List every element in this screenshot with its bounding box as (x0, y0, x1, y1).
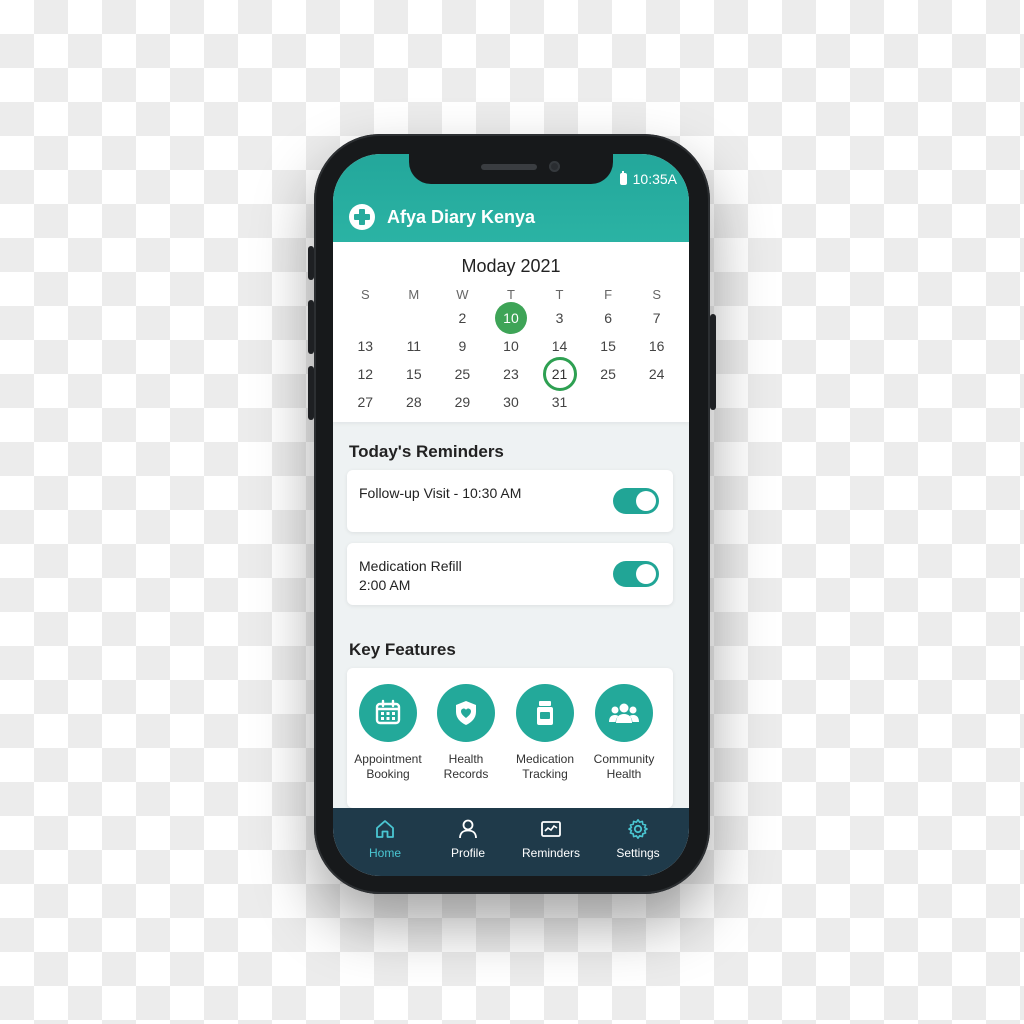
side-button (308, 246, 314, 280)
feature-label: Appointment Booking (354, 752, 422, 781)
calendar-day[interactable]: 11 (390, 332, 439, 360)
calendar: Moday 2021 S M W T T F S 2 10 3 6 7 13 1… (333, 242, 689, 422)
calendar-day[interactable]: 10 (487, 332, 536, 360)
weekday-row: S M W T T F S (341, 284, 681, 304)
calendar-day[interactable]: 25 (584, 360, 633, 388)
weekday-label: S (652, 286, 661, 302)
calendar-day[interactable]: 16 (632, 332, 681, 360)
calendar-day[interactable]: 24 (632, 360, 681, 388)
volume-up-button (308, 300, 314, 354)
weekday-label: T (506, 286, 515, 302)
calendar-day[interactable]: 31 (535, 388, 584, 416)
notch (409, 154, 613, 184)
feature-label: Medication Tracking (515, 752, 575, 781)
calendar-day-today[interactable]: 10 (487, 302, 536, 334)
nav-settings[interactable]: Settings (598, 816, 678, 860)
status-time: 10:35A (632, 171, 677, 187)
home-icon (345, 816, 425, 842)
calendar-grid: S M W T T F S 2 10 3 6 7 13 11 9 10 14 1… (341, 284, 681, 416)
calendar-day[interactable]: 30 (487, 388, 536, 416)
reminder-icon (511, 816, 591, 842)
feature-appointment-booking[interactable]: Appointment Booking (348, 684, 428, 782)
medical-cross-icon (349, 204, 375, 230)
gear-icon (598, 816, 678, 842)
calendar-day[interactable]: 27 (341, 388, 390, 416)
reminder-card[interactable]: Medication Refill 2:00 AM (347, 543, 673, 605)
weekday-label: S (360, 286, 370, 302)
app-title: Afya Diary Kenya (387, 206, 536, 227)
calendar-day (341, 304, 390, 332)
power-button (710, 314, 716, 410)
features-card: Appointment Booking Health Records Medic… (347, 668, 673, 808)
calendar-day-selected[interactable]: 21 (535, 357, 584, 391)
nav-reminders[interactable]: Reminders (511, 816, 591, 860)
reminders-title: Today's Reminders (349, 442, 504, 461)
nav-label: Profile (450, 846, 485, 860)
feature-community-health[interactable]: Community Health (584, 684, 664, 782)
weekday-label: F (604, 286, 613, 302)
calendar-week: 2 10 3 6 7 (341, 302, 681, 334)
battery-icon (619, 171, 627, 185)
calendar-title: Moday 2021 (461, 256, 561, 276)
speaker (481, 164, 537, 170)
calendar-day (390, 304, 439, 332)
feature-label: Community Health (593, 752, 655, 781)
group-icon (595, 684, 653, 742)
calendar-day (584, 388, 633, 416)
reminder-text: Follow-up Visit - 10:30 AM (359, 485, 522, 501)
calendar-day (632, 388, 681, 416)
bottom-nav: Home Profile Reminders Settings (333, 808, 689, 876)
nav-profile[interactable]: Profile (428, 816, 508, 860)
reminder-card[interactable]: Follow-up Visit - 10:30 AM (347, 470, 673, 532)
reminder-toggle[interactable] (613, 488, 659, 514)
calendar-day[interactable]: 9 (438, 332, 487, 360)
weekday-label: M (408, 286, 420, 302)
calendar-day[interactable]: 13 (341, 332, 390, 360)
medicine-bottle-icon (516, 684, 574, 742)
phone-screen: 10:35A Afya Diary Kenya Moday 2021 S M W… (333, 154, 689, 876)
feature-label: Health Records (443, 752, 489, 781)
calendar-day[interactable]: 29 (438, 388, 487, 416)
nav-label: Settings (616, 846, 660, 860)
feature-health-records[interactable]: Health Records (426, 684, 506, 782)
calendar-day[interactable]: 14 (535, 332, 584, 360)
reminder-title: Medication Refill (359, 558, 462, 574)
calendar-day[interactable]: 2 (438, 304, 487, 332)
reminder-time: 2:00 AM (359, 577, 411, 593)
phone-frame: 10:35A Afya Diary Kenya Moday 2021 S M W… (308, 134, 716, 894)
reminder-text: Medication Refill 2:00 AM (359, 557, 462, 595)
calendar-icon (359, 684, 417, 742)
shield-heart-icon (437, 684, 495, 742)
calendar-week: 13 11 9 10 14 15 16 (341, 332, 681, 360)
status-bar: 10:35A (619, 171, 677, 187)
front-camera (549, 161, 560, 172)
app-title-row: Afya Diary Kenya (349, 204, 535, 230)
weekday-label: T (555, 286, 564, 302)
calendar-day[interactable]: 25 (438, 360, 487, 388)
calendar-day[interactable]: 15 (390, 360, 439, 388)
features-title: Key Features (349, 640, 456, 659)
calendar-week: 27 28 29 30 31 (341, 388, 681, 416)
calendar-day[interactable]: 15 (584, 332, 633, 360)
feature-medication-tracking[interactable]: Medication Tracking (505, 684, 585, 782)
nav-label: Reminders (521, 846, 581, 860)
reminder-toggle[interactable] (613, 561, 659, 587)
nav-home[interactable]: Home (345, 816, 425, 860)
weekday-label: W (456, 286, 469, 302)
calendar-week: 12 15 25 23 21 25 24 (341, 357, 681, 391)
calendar-day[interactable]: 12 (341, 360, 390, 388)
calendar-day[interactable]: 3 (535, 304, 584, 332)
volume-down-button (308, 366, 314, 420)
calendar-day[interactable]: 7 (632, 304, 681, 332)
calendar-day[interactable]: 23 (487, 360, 536, 388)
user-icon (428, 816, 508, 842)
nav-label: Home (368, 846, 401, 860)
calendar-day[interactable]: 28 (390, 388, 439, 416)
calendar-day[interactable]: 6 (584, 304, 633, 332)
